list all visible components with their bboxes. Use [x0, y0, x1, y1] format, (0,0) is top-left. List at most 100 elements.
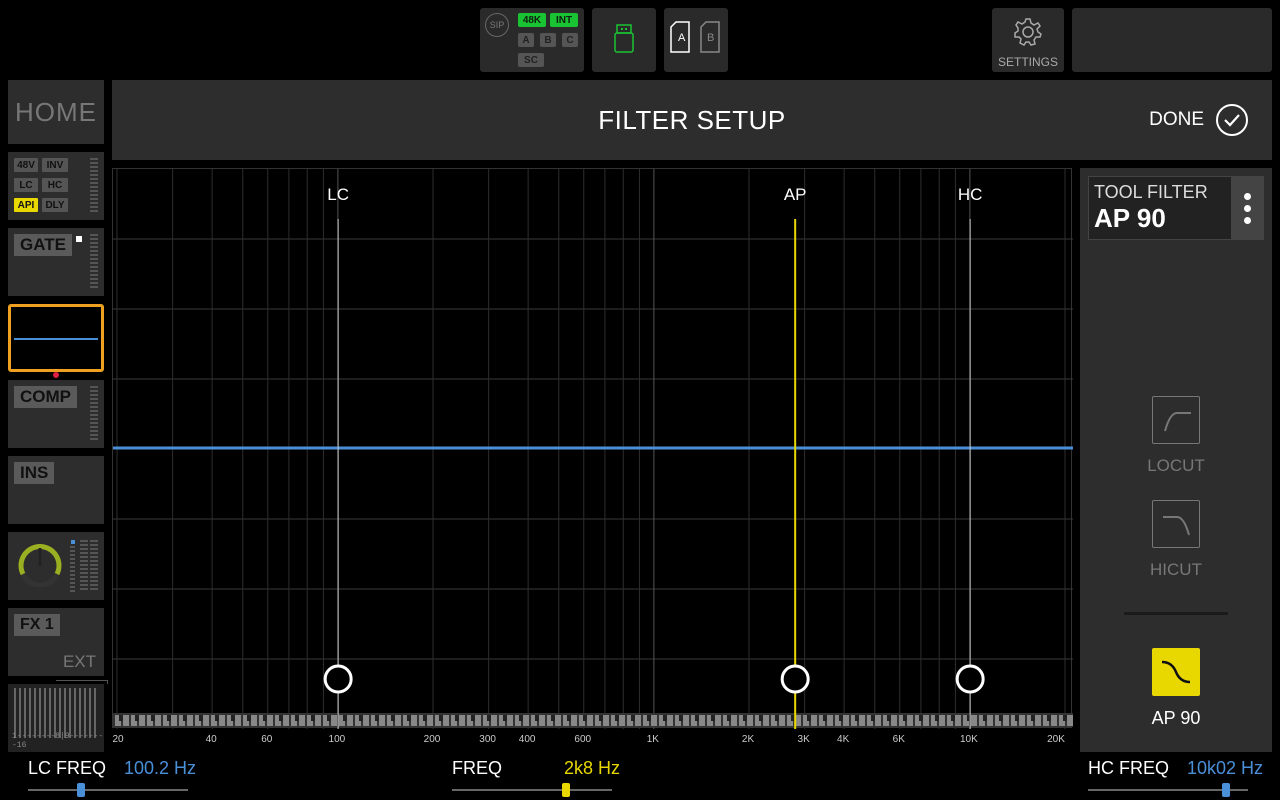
freq-tick-label: 60 — [261, 734, 273, 745]
usb-button[interactable] — [592, 8, 656, 72]
hc-freq-value: 10k02 Hz — [1187, 758, 1264, 778]
scene-a-label: A — [678, 32, 686, 44]
freq-tick-label: 20 — [112, 734, 124, 745]
freq-slider[interactable] — [452, 789, 612, 791]
home-button[interactable]: HOME — [8, 80, 104, 144]
keyboard-key — [715, 715, 721, 726]
keyboard-black-key — [183, 715, 187, 721]
keyboard-black-key — [343, 715, 347, 721]
lc-freq-slider[interactable] — [28, 789, 188, 791]
gate-block[interactable]: GATE — [8, 228, 104, 296]
keyboard-black-key — [311, 715, 315, 721]
keyboard-key — [251, 715, 257, 726]
keyboard-black-key — [455, 715, 459, 721]
hc-freq-slider-thumb[interactable] — [1221, 783, 1230, 797]
keyboard-key — [827, 715, 833, 726]
keyboard-key — [763, 715, 769, 726]
gain-dial-block[interactable] — [8, 532, 104, 600]
scene-ab-button[interactable]: A B — [664, 8, 728, 72]
keyboard-key — [843, 715, 849, 726]
ins-label: INS — [14, 462, 55, 484]
keyboard-key — [747, 715, 753, 726]
lc-marker-label: LC — [327, 185, 349, 204]
locut-button[interactable] — [1152, 396, 1200, 444]
keyboard-black-key — [951, 715, 955, 721]
gate-meter — [90, 234, 98, 288]
tool-filter-box[interactable]: TOOL FILTER AP 90 — [1088, 176, 1264, 240]
keyboard-black-key — [727, 715, 731, 721]
compressor-block[interactable]: COMP — [8, 380, 104, 448]
memory-card-icon — [670, 21, 720, 53]
insert-block[interactable]: INS — [8, 456, 104, 524]
hicut-button[interactable] — [1152, 500, 1200, 548]
keyboard-black-key — [407, 715, 411, 721]
keyboard-black-key — [359, 715, 363, 721]
freq-param[interactable]: FREQ 2k8 Hz — [452, 758, 620, 779]
keyboard-key — [619, 715, 625, 726]
filter-graph[interactable]: LC AP HC — [112, 168, 1073, 729]
ext-label: EXT — [62, 652, 96, 671]
keyboard-black-key — [1047, 715, 1051, 721]
lc-freq-param[interactable]: LC FREQ 100.2 Hz — [28, 758, 196, 779]
freq-label: FREQ — [452, 758, 503, 778]
keyboard-key — [587, 715, 593, 726]
keyboard-key — [731, 715, 737, 726]
keyboard-key — [395, 715, 401, 726]
keyboard-black-key — [151, 715, 155, 721]
keyboard-key — [443, 715, 449, 726]
freq-tick-label: 100 — [328, 734, 346, 745]
hc-marker-label: HC — [958, 185, 983, 204]
keyboard-black-key — [775, 715, 779, 721]
header-bar: FILTER SETUP DONE — [112, 80, 1272, 160]
keyboard-black-key — [615, 715, 619, 721]
checkmark-icon — [1216, 104, 1248, 136]
keyboard-black-key — [583, 715, 587, 721]
scene-b-label: B — [707, 32, 715, 44]
panel-divider — [1124, 612, 1228, 615]
input-meter — [70, 546, 75, 592]
input-b-chip: B — [540, 33, 556, 47]
keyboard-black-key — [599, 715, 603, 721]
keyboard-black-key — [887, 715, 891, 721]
eq-position-dot — [53, 372, 59, 378]
bus-meter-scale: 1--------8|9--------16 — [12, 732, 104, 750]
bus-meter-block[interactable]: 1--------8|9--------16 — [8, 684, 104, 752]
input-a-chip: A — [518, 33, 534, 47]
keyboard-black-key — [1031, 715, 1035, 721]
keyboard-black-key — [231, 715, 235, 721]
more-options-icon[interactable] — [1231, 177, 1263, 239]
keyboard-black-key — [935, 715, 939, 721]
keyboard-black-key — [295, 715, 299, 721]
keyboard-key — [635, 715, 641, 726]
keyboard-key — [667, 715, 673, 726]
keyboard-key — [491, 715, 497, 726]
ap-marker-handle — [780, 664, 810, 694]
lc-freq-slider-thumb[interactable] — [76, 783, 85, 797]
eq-filter-block[interactable] — [8, 304, 104, 372]
freq-slider-thumb[interactable] — [561, 783, 570, 797]
keyboard-black-key — [855, 715, 859, 721]
keyboard-key — [1019, 715, 1025, 726]
keyboard-key — [779, 715, 785, 726]
preamp-block[interactable]: 48V INV LC HC API DLY — [8, 152, 104, 220]
hc-freq-label: HC FREQ — [1088, 758, 1169, 778]
keyboard-key — [299, 715, 305, 726]
freq-tick-label: 4K — [837, 734, 850, 745]
keyboard-black-key — [215, 715, 219, 721]
keyboard-key — [155, 715, 161, 726]
keyboard-key — [187, 715, 193, 726]
frequency-response-plot: LC AP HC — [113, 169, 1073, 729]
keyboard-black-key — [1015, 715, 1019, 721]
highcut-badge: HC — [42, 178, 68, 192]
allpass-button[interactable] — [1152, 648, 1200, 696]
hc-freq-param[interactable]: HC FREQ 10k02 Hz — [1088, 758, 1263, 779]
keyboard-key — [971, 715, 977, 726]
fx-send-block[interactable]: FX 1 EXT — [8, 608, 104, 676]
bus-meters — [14, 688, 98, 738]
keyboard-key — [1035, 715, 1041, 726]
invert-badge: INV — [42, 158, 68, 172]
done-button[interactable]: DONE — [1149, 104, 1248, 136]
ap-marker-label: AP — [784, 185, 807, 204]
input-source-panel[interactable]: SIP 48K INT A B C SC — [480, 8, 584, 72]
settings-button[interactable]: SETTINGS — [992, 8, 1064, 72]
